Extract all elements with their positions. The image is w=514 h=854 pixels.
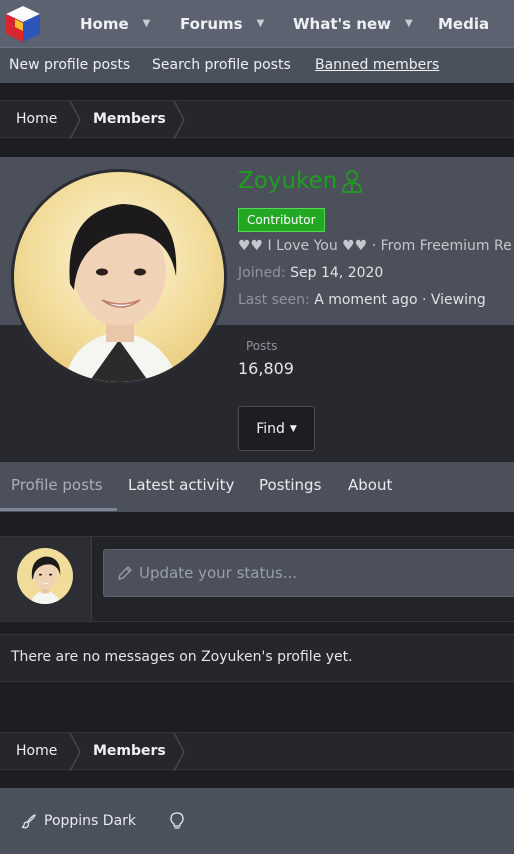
nav-tab-label: Media <box>438 14 490 33</box>
caret-down-icon: ▼ <box>289 423 297 434</box>
find-button[interactable]: Find ▼ <box>238 406 315 451</box>
pencil-icon <box>118 566 132 580</box>
posts-label: Posts <box>246 339 278 353</box>
new-profile-posts-link[interactable]: New profile posts <box>9 57 130 73</box>
breadcrumb-members[interactable]: Members <box>93 743 166 759</box>
empty-profile-message: There are no messages on Zoyuken's profi… <box>0 634 514 682</box>
joined-info: Joined: Sep 14, 2020 <box>238 265 383 281</box>
custom-title: ♥♥ I Love You ♥♥ · From Freemium Re <box>238 238 512 254</box>
chevron-down-icon[interactable]: ▼ <box>143 18 151 29</box>
tab-postings[interactable]: Postings <box>259 476 321 494</box>
nav-tab-label: Forums <box>180 14 243 33</box>
profile-tabs: Profile posts Latest activity Postings A… <box>0 462 514 512</box>
nav-tab-home[interactable]: Home ▼ <box>80 0 150 47</box>
status-placeholder: Update your status... <box>139 564 297 582</box>
nav-tab-media[interactable]: Media <box>438 0 489 47</box>
breadcrumb: Home Members <box>0 732 514 771</box>
breadcrumb-separator-icon <box>173 733 185 771</box>
breadcrumb: Home Members <box>0 100 514 139</box>
breadcrumb-home[interactable]: Home <box>16 111 57 127</box>
last-seen-info: Last seen: A moment ago · Viewing <box>238 292 486 308</box>
last-seen-value: A moment ago · Viewing <box>314 292 486 308</box>
breadcrumb-home[interactable]: Home <box>16 743 57 759</box>
username-text: Zoyuken <box>238 168 338 194</box>
status-avatar-cell <box>0 537 92 621</box>
posts-count[interactable]: 16,809 <box>238 359 294 378</box>
brush-icon <box>21 814 36 829</box>
footer: Poppins Dark <box>0 788 514 854</box>
chevron-down-icon[interactable]: ▼ <box>257 18 265 29</box>
nav-tab-forums[interactable]: Forums ▼ <box>180 0 264 47</box>
find-button-label: Find <box>256 420 285 437</box>
user-title-badge: Contributor <box>238 208 325 232</box>
tab-latest-activity[interactable]: Latest activity <box>128 476 234 494</box>
search-profile-posts-link[interactable]: Search profile posts <box>152 57 291 73</box>
joined-label: Joined: <box>238 265 286 281</box>
username[interactable]: Zoyuken <box>238 168 364 194</box>
last-seen-label: Last seen: <box>238 292 310 308</box>
chevron-down-icon[interactable]: ▼ <box>405 18 413 29</box>
site-logo-icon[interactable] <box>4 5 42 43</box>
status-input[interactable]: Update your status... <box>103 549 514 597</box>
breadcrumb-separator-icon <box>69 733 81 771</box>
style-label: Poppins Dark <box>44 813 137 829</box>
status-update-box: Update your status... <box>0 536 514 622</box>
nav-tab-whats-new[interactable]: What's new ▼ <box>293 0 413 47</box>
joined-value: Sep 14, 2020 <box>290 265 384 281</box>
breadcrumb-separator-icon <box>69 101 81 139</box>
sub-navigation: New profile posts Search profile posts B… <box>0 47 514 83</box>
lightbulb-icon[interactable] <box>169 812 185 830</box>
tab-about[interactable]: About <box>348 476 392 494</box>
breadcrumb-members[interactable]: Members <box>93 111 166 127</box>
avatar[interactable] <box>11 169 227 385</box>
profile-header: Zoyuken Contributor ♥♥ I Love You ♥♥ · F… <box>0 157 514 462</box>
user-staff-icon <box>342 170 363 193</box>
top-navigation: Home ▼ Forums ▼ What's new ▼ Media <box>0 0 514 47</box>
banned-members-link[interactable]: Banned members <box>315 57 439 73</box>
avatar[interactable] <box>17 548 73 604</box>
active-tab-indicator <box>0 508 117 511</box>
style-chooser-link[interactable]: Poppins Dark <box>21 813 136 829</box>
breadcrumb-separator-icon <box>173 101 185 139</box>
tab-profile-posts[interactable]: Profile posts <box>11 476 103 494</box>
nav-tab-label: Home <box>80 14 129 33</box>
nav-tab-label: What's new <box>293 14 391 33</box>
